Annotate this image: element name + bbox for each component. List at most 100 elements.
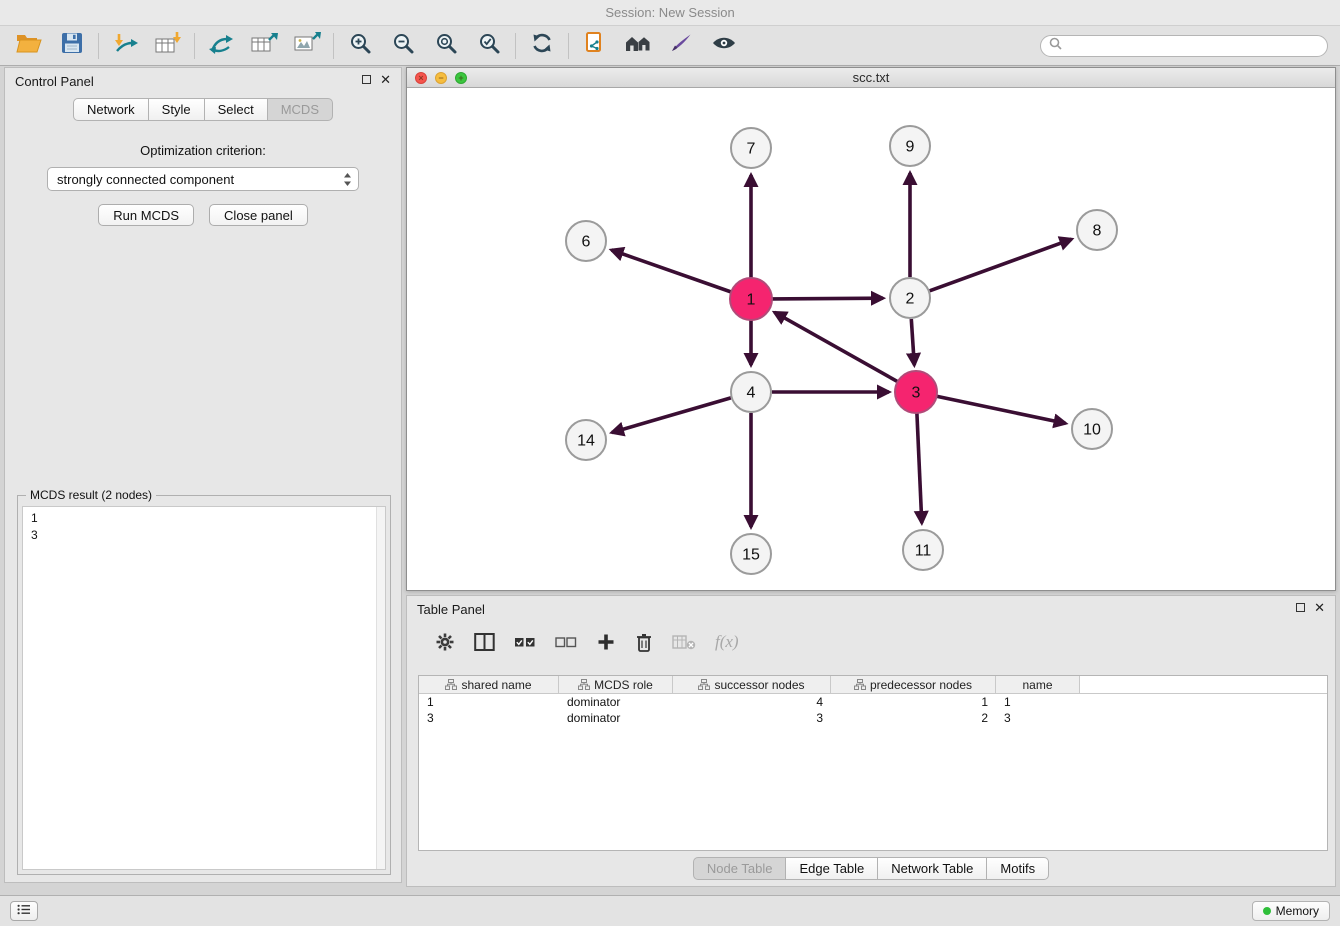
- window-zoom-icon[interactable]: +: [455, 72, 467, 84]
- network-graph[interactable]: 7 9 6 8 1 2 4 3 14 10 15 11: [407, 89, 1335, 592]
- tab-style[interactable]: Style: [148, 98, 205, 121]
- graph-edge-3-1[interactable]: [775, 312, 898, 381]
- tab-network[interactable]: Network: [73, 98, 149, 121]
- graph-node-2[interactable]: 2: [890, 278, 930, 318]
- cell-successor-nodes[interactable]: 3: [673, 710, 831, 726]
- tab-mcds[interactable]: MCDS: [267, 98, 333, 121]
- graph-node-8[interactable]: 8: [1077, 210, 1117, 250]
- graph-node-11[interactable]: 11: [903, 530, 943, 570]
- home-button[interactable]: [621, 31, 655, 61]
- graph-node-7[interactable]: 7: [731, 128, 771, 168]
- cell-name[interactable]: 3: [996, 710, 1080, 726]
- table-row[interactable]: 3 dominator 3 2 3: [419, 710, 1327, 726]
- cell-mcds-role[interactable]: dominator: [559, 710, 673, 726]
- document-share-icon: [583, 31, 607, 60]
- cell-predecessor-nodes[interactable]: 1: [831, 694, 996, 710]
- select-all-checkboxes-icon[interactable]: [514, 634, 536, 650]
- graph-edge-2-8[interactable]: [930, 239, 1072, 291]
- cell-predecessor-nodes[interactable]: 2: [831, 710, 996, 726]
- criterion-dropdown-value: strongly connected component: [57, 172, 234, 187]
- refresh-button[interactable]: [525, 31, 559, 61]
- list-icon: [17, 902, 31, 920]
- save-session-button[interactable]: [55, 31, 89, 61]
- graph-node-9[interactable]: 9: [890, 126, 930, 166]
- control-panel-tabs: Network Style Select MCDS: [5, 98, 401, 121]
- graph-node-14[interactable]: 14: [566, 420, 606, 460]
- delete-column-trash-icon[interactable]: [635, 632, 653, 652]
- window-close-icon[interactable]: ×: [415, 72, 427, 84]
- graph-node-6[interactable]: 6: [566, 221, 606, 261]
- memory-label: Memory: [1276, 904, 1319, 918]
- export-image-button[interactable]: [290, 31, 324, 61]
- style-paint-button[interactable]: [664, 31, 698, 61]
- graph-edge-3-11[interactable]: [917, 413, 922, 523]
- export-table-button[interactable]: [247, 31, 281, 61]
- open-session-button[interactable]: [12, 31, 46, 61]
- tab-select[interactable]: Select: [204, 98, 268, 121]
- cell-shared-name[interactable]: 1: [419, 694, 559, 710]
- import-network-button[interactable]: [108, 31, 142, 61]
- tab-motifs[interactable]: Motifs: [986, 857, 1049, 880]
- column-header-name[interactable]: name: [996, 676, 1080, 693]
- table-settings-gear-icon[interactable]: [435, 632, 455, 652]
- result-scrollbar[interactable]: [376, 507, 385, 869]
- graph-edge-3-10[interactable]: [937, 396, 1066, 423]
- graph-node-15[interactable]: 15: [731, 534, 771, 574]
- zoom-fit-button[interactable]: [429, 31, 463, 61]
- criterion-dropdown[interactable]: strongly connected component: [47, 167, 359, 191]
- close-panel-icon[interactable]: ✕: [380, 73, 391, 86]
- window-minimize-icon[interactable]: −: [435, 72, 447, 84]
- zoom-fit-icon: [434, 31, 458, 60]
- cell-name[interactable]: 1: [996, 694, 1080, 710]
- tab-node-table[interactable]: Node Table: [693, 857, 787, 880]
- column-header-predecessor-nodes[interactable]: predecessor nodes: [831, 676, 996, 693]
- table-row[interactable]: 1 dominator 4 1 1: [419, 694, 1327, 710]
- column-header-successor-nodes[interactable]: successor nodes: [673, 676, 831, 693]
- cell-mcds-role[interactable]: dominator: [559, 694, 673, 710]
- task-history-button[interactable]: [10, 901, 38, 921]
- column-label: successor nodes: [714, 678, 804, 692]
- mcds-result-title: MCDS result (2 nodes): [26, 488, 156, 502]
- column-header-mcds-role[interactable]: MCDS role: [559, 676, 673, 693]
- zoom-in-button[interactable]: [343, 31, 377, 61]
- graph-node-label: 10: [1083, 422, 1101, 439]
- main-toolbar: [0, 26, 1340, 66]
- graph-edge-1-6[interactable]: [612, 250, 732, 292]
- graph-node-4[interactable]: 4: [731, 372, 771, 412]
- graph-edge-2-3[interactable]: [911, 319, 914, 365]
- export-network-button[interactable]: [204, 31, 238, 61]
- graph-node-label: 4: [747, 385, 756, 402]
- eye-icon: [711, 32, 737, 59]
- search-input[interactable]: [1040, 35, 1328, 57]
- graph-edge-4-14[interactable]: [612, 398, 731, 433]
- mcds-result-textarea[interactable]: 1 3: [22, 506, 386, 870]
- deselect-all-checkboxes-icon[interactable]: [555, 634, 577, 650]
- cell-shared-name[interactable]: 3: [419, 710, 559, 726]
- network-window-titlebar: × − + scc.txt: [407, 68, 1335, 88]
- cell-successor-nodes[interactable]: 4: [673, 694, 831, 710]
- memory-button[interactable]: Memory: [1252, 901, 1330, 921]
- tab-edge-table[interactable]: Edge Table: [785, 857, 878, 880]
- zoom-out-button[interactable]: [386, 31, 420, 61]
- network-canvas[interactable]: 7 9 6 8 1 2 4 3 14 10 15 11: [407, 89, 1335, 590]
- graph-node-1[interactable]: 1: [730, 278, 772, 320]
- mcds-result-line: 1: [31, 510, 385, 527]
- show-hide-graphics-button[interactable]: [707, 31, 741, 61]
- import-table-icon: [154, 31, 182, 60]
- graph-node-label: 2: [906, 291, 915, 308]
- float-panel-icon[interactable]: [362, 75, 371, 84]
- graph-node-3[interactable]: 3: [895, 371, 937, 413]
- graph-edge-1-2[interactable]: [772, 298, 883, 299]
- tab-network-table[interactable]: Network Table: [877, 857, 987, 880]
- zoom-selected-button[interactable]: [472, 31, 506, 61]
- add-column-icon[interactable]: [596, 632, 616, 652]
- float-table-panel-icon[interactable]: [1296, 603, 1305, 612]
- import-table-button[interactable]: [151, 31, 185, 61]
- open-document-button[interactable]: [578, 31, 612, 61]
- run-mcds-button[interactable]: Run MCDS: [98, 204, 194, 226]
- graph-node-10[interactable]: 10: [1072, 409, 1112, 449]
- close-panel-button[interactable]: Close panel: [209, 204, 308, 226]
- show-columns-icon[interactable]: [474, 632, 495, 652]
- close-table-panel-icon[interactable]: ✕: [1314, 601, 1325, 614]
- column-header-shared-name[interactable]: shared name: [419, 676, 559, 693]
